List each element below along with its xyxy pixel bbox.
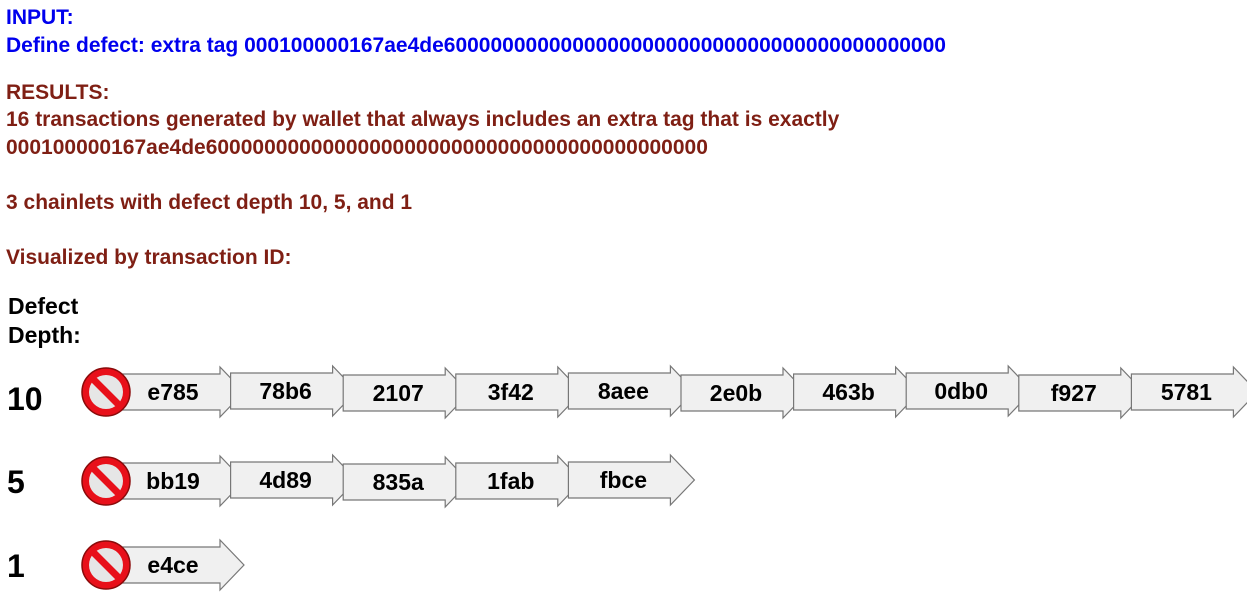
transaction-id: e785	[147, 379, 198, 405]
transaction-id: 835a	[373, 469, 424, 495]
transaction-id: 0db0	[934, 378, 988, 404]
no-entry-icon	[81, 540, 131, 590]
transaction-id: 4d89	[259, 467, 311, 493]
transaction-id: 8aee	[598, 378, 649, 404]
transaction-id: 3f42	[488, 379, 534, 405]
transaction-id: f927	[1051, 380, 1097, 406]
chainlet-diagram: e785 78b6 2107 3f42 8aee 2e0b 463b 0db0 f927 5781…	[81, 364, 1247, 592]
transaction-id: fbce	[600, 467, 647, 493]
transaction-id: 2e0b	[710, 380, 762, 406]
chainlet-row-1: e785 78b6 2107 3f42 8aee 2e0b 463b 0db0 f927 5781	[81, 364, 1247, 420]
chainlet-row-3: e4ce	[81, 538, 245, 592]
transaction-id: 463b	[822, 379, 874, 405]
no-entry-icon	[81, 367, 131, 417]
transaction-id: 78b6	[259, 378, 311, 404]
chainlet-row-2: bb19 4d89 835a 1fab fbce	[81, 453, 696, 509]
no-entry-icon	[81, 456, 131, 506]
transaction-id: e4ce	[147, 552, 198, 578]
transaction-id: bb19	[146, 468, 200, 494]
transaction-id: 1fab	[487, 468, 534, 494]
transaction-id: 2107	[373, 380, 424, 406]
transaction-id: 5781	[1161, 379, 1212, 405]
